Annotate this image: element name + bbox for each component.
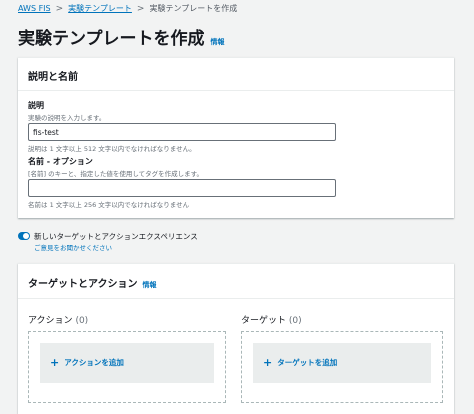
name-hint: [名前] のキーと、指定した値を使用してタグを作成します。	[28, 170, 204, 178]
name-constraint: 名前は 1 文字以上 256 文字以内でなければなりません	[28, 201, 190, 209]
targets-actions-title-row: ターゲットとアクション 情報	[28, 275, 157, 290]
actions-column-title: アクション (0)	[28, 313, 88, 326]
breadcrumb: AWS FIS > 実験テンプレート > 実験テンプレートを作成	[18, 3, 237, 14]
targets-actions-info-link[interactable]: 情報	[143, 280, 157, 290]
actions-title: アクション	[28, 316, 73, 326]
actions-count: (0)	[75, 316, 89, 326]
page-title: 実験テンプレートを作成	[18, 29, 205, 49]
description-panel: 説明と名前 説明 実験の説明を入力します。 説明は 1 文字以上 512 文字以…	[18, 57, 454, 218]
targets-count: (0)	[288, 316, 302, 326]
add-action-label: アクションを追加	[64, 358, 124, 367]
description-hint: 実験の説明を入力します。	[28, 114, 106, 122]
experience-toggle[interactable]	[18, 232, 30, 240]
targets-title: ターゲット	[241, 316, 287, 326]
targets-actions-panel-header: ターゲットとアクション 情報	[18, 264, 454, 299]
targets-dropzone: + ターゲットを追加	[241, 331, 443, 403]
chevron-right-icon: >	[55, 3, 64, 14]
description-constraint: 説明は 1 文字以上 512 文字以内でなければなりません。	[28, 145, 196, 153]
toggle-knob	[23, 233, 29, 239]
targets-column-title: ターゲット (0)	[241, 313, 302, 326]
name-input[interactable]	[28, 179, 336, 197]
add-target-label: ターゲットを追加	[277, 358, 338, 367]
targets-add-area[interactable]: + ターゲットを追加	[253, 343, 431, 383]
add-action-button[interactable]: + アクションを追加	[50, 357, 124, 368]
targets-actions-panel: ターゲットとアクション 情報 アクション (0) + アクションを追加 ターゲッ…	[18, 263, 454, 414]
feedback-link[interactable]: ご意見をお聞かせください	[34, 242, 112, 252]
description-panel-title: 説明と名前	[28, 72, 78, 83]
actions-add-area[interactable]: + アクションを追加	[40, 343, 214, 383]
plus-icon: +	[50, 356, 60, 369]
page-title-row: 実験テンプレートを作成 情報	[18, 24, 225, 49]
actions-dropzone: + アクションを追加	[28, 331, 226, 403]
targets-actions-panel-title: ターゲットとアクション	[28, 279, 138, 290]
page-info-link[interactable]: 情報	[211, 37, 225, 47]
add-target-button[interactable]: + ターゲットを追加	[263, 357, 337, 368]
breadcrumb-aws-fis[interactable]: AWS FIS	[18, 4, 51, 13]
description-panel-header: 説明と名前	[18, 58, 454, 91]
description-input[interactable]	[28, 123, 336, 141]
name-label: 名前 - オプション	[28, 157, 93, 166]
chevron-right-icon: >	[136, 3, 145, 14]
breadcrumb-experiment-templates[interactable]: 実験テンプレート	[68, 3, 132, 14]
breadcrumb-current: 実験テンプレートを作成	[149, 4, 238, 13]
plus-icon: +	[263, 356, 273, 369]
experience-toggle-label: 新しいターゲットとアクションエクスペリエンス	[34, 232, 198, 241]
description-label: 説明	[28, 101, 44, 110]
